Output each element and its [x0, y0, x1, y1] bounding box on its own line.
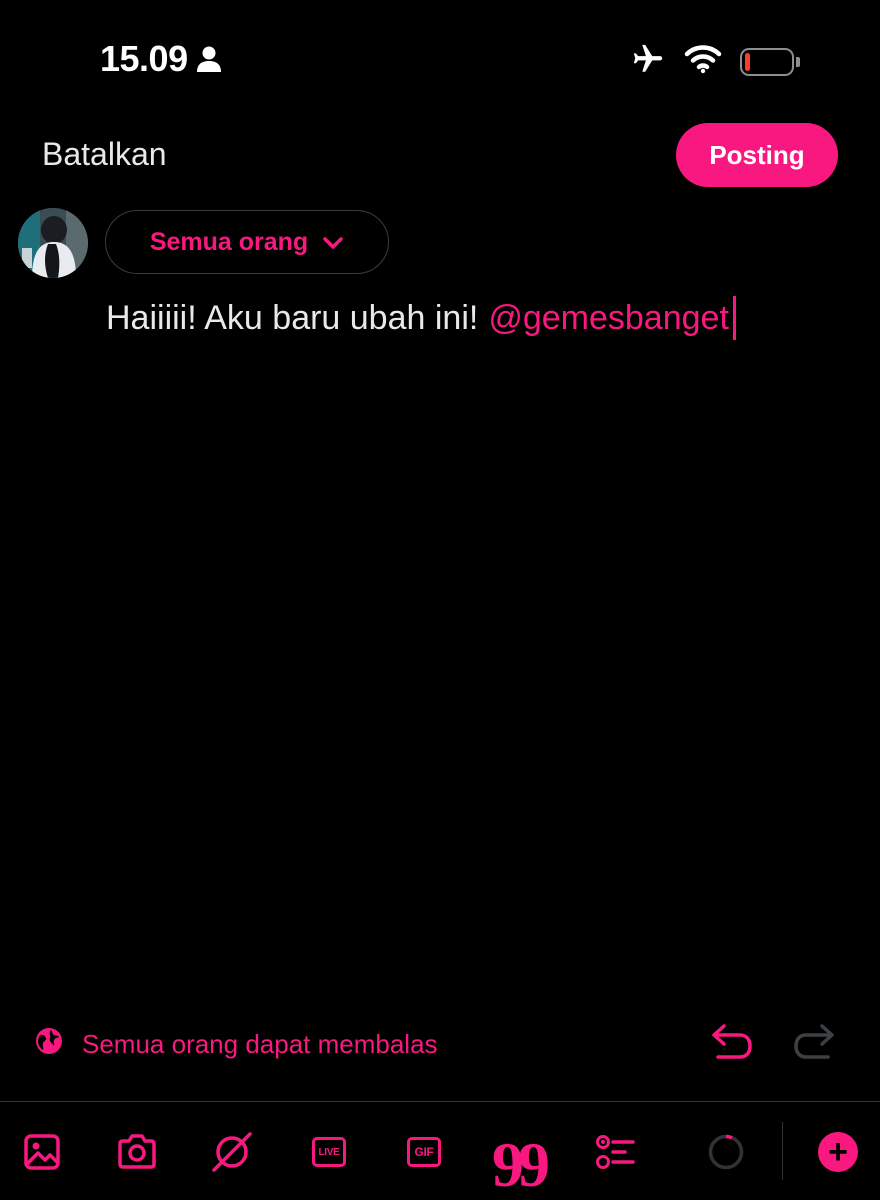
cancel-button[interactable]: Batalkan [42, 136, 167, 173]
add-thread-icon[interactable]: + [816, 1130, 860, 1174]
undo-icon[interactable] [710, 1022, 754, 1067]
audience-selector[interactable]: Semua orang [105, 210, 389, 274]
image-icon[interactable] [20, 1130, 64, 1174]
clock-text: 15.09 [100, 38, 188, 79]
poll-icon[interactable] [592, 1130, 636, 1174]
battery-cap [796, 56, 800, 67]
redo-icon[interactable] [792, 1022, 836, 1067]
add-thread-button: + [818, 1132, 858, 1172]
text-cursor [732, 296, 736, 340]
reply-setting-label: Semua orang dapat membalas [82, 1029, 438, 1059]
undo-redo-group [710, 1022, 836, 1067]
mention-text[interactable]: @gemesbanget [488, 299, 729, 338]
live-icon[interactable]: LIVE [307, 1130, 351, 1174]
quote-glyph: 99 [492, 1129, 550, 1200]
gif-badge: GIF [407, 1137, 441, 1167]
camera-icon[interactable] [115, 1130, 159, 1174]
compose-toolbar: LIVE GIF 99 + [0, 1102, 880, 1200]
quote-icon[interactable]: 99 [492, 1130, 550, 1197]
battery-level [745, 52, 751, 71]
compose-screen: 15.09 Batalkan Posting Semua orang Haiii… [0, 0, 880, 1200]
status-icons [630, 42, 800, 81]
battery-icon [740, 47, 800, 77]
toolbar-separator [782, 1122, 783, 1180]
wifi-icon [684, 44, 722, 79]
status-time: 15.09 [100, 38, 222, 80]
avatar[interactable] [18, 208, 88, 278]
airplane-icon [630, 42, 666, 81]
gif-icon[interactable]: GIF [402, 1130, 446, 1174]
status-bar: 15.09 [0, 0, 880, 120]
reply-setting-button[interactable]: Semua orang dapat membalas [34, 1026, 438, 1063]
globe-icon [34, 1026, 64, 1063]
compose-text: Haiiiii! Aku baru ubah ini! [106, 298, 479, 337]
character-counter-icon [704, 1130, 748, 1174]
spaces-icon[interactable] [210, 1130, 254, 1174]
person-icon [196, 45, 222, 73]
battery-body [740, 47, 794, 76]
audience-label: Semua orang [149, 227, 309, 256]
live-badge: LIVE [312, 1137, 346, 1167]
post-button[interactable]: Posting [676, 123, 838, 187]
chevron-down-icon [322, 228, 344, 257]
compose-text-area[interactable]: Haiiiii! Aku baru ubah ini! @gemesbanget [106, 296, 736, 340]
